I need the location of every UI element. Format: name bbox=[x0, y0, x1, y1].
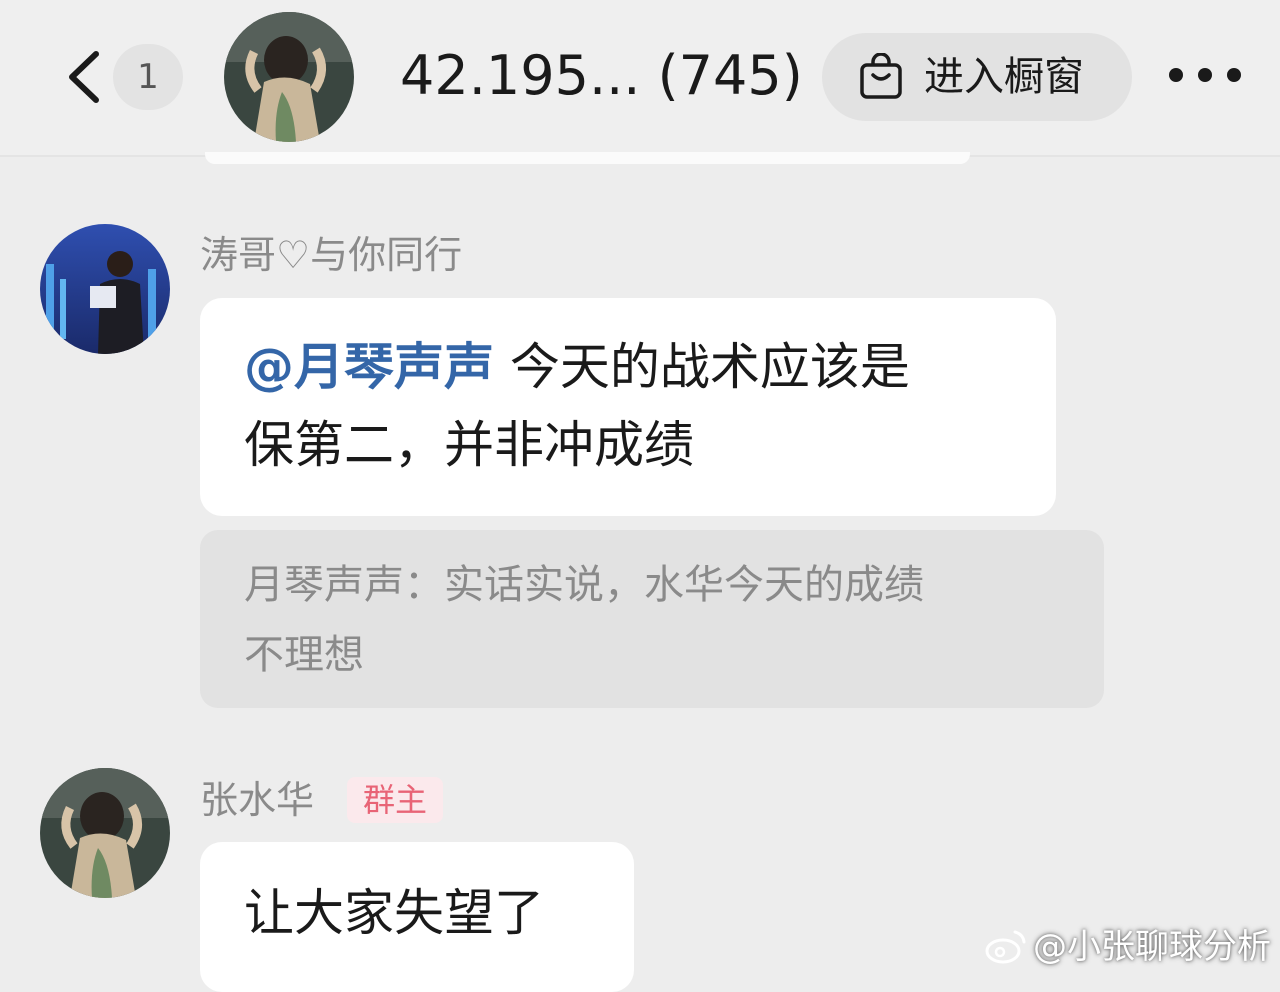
quoted-text-line2: 不理想 bbox=[244, 632, 364, 678]
weibo-logo-icon bbox=[985, 930, 1026, 964]
message-text: 让大家失望了 bbox=[244, 884, 544, 942]
more-options-button[interactable] bbox=[1160, 50, 1250, 100]
back-button[interactable] bbox=[60, 42, 110, 112]
mention-link[interactable]: @月琴声声 bbox=[244, 338, 494, 396]
sender-avatar[interactable] bbox=[40, 224, 170, 354]
enter-showcase-button[interactable]: 进入橱窗 bbox=[822, 33, 1132, 121]
shopping-bag-icon bbox=[860, 53, 902, 99]
more-dots-icon bbox=[1169, 68, 1241, 82]
message-text: @月琴声声 今天的战术应该是 保第二，并非冲成绩 bbox=[244, 328, 1034, 484]
quoted-text: 月琴声声：实话实说，水华今天的成绩 不理想 bbox=[244, 550, 924, 690]
message-bubble[interactable]: @月琴声声 今天的战术应该是 保第二，并非冲成绩 bbox=[200, 298, 1056, 516]
sender-name: 涛哥♡与你同行 bbox=[200, 233, 463, 277]
message-text-line2: 保第二，并非冲成绩 bbox=[244, 416, 694, 474]
chat-header: 1 42.195... (745) 进入橱窗 bbox=[0, 0, 1280, 157]
chevron-left-icon bbox=[69, 51, 99, 103]
sender-name: 张水华 bbox=[200, 778, 315, 822]
sender-avatar[interactable] bbox=[40, 768, 170, 898]
message-bubble[interactable]: 让大家失望了 bbox=[200, 842, 634, 992]
quoted-text-line1: 月琴声声：实话实说，水华今天的成绩 bbox=[244, 562, 924, 608]
group-avatar[interactable] bbox=[224, 12, 354, 142]
group-owner-badge: 群主 bbox=[347, 777, 443, 823]
unread-count-badge: 1 bbox=[113, 44, 183, 110]
quoted-reply[interactable]: 月琴声声：实话实说，水华今天的成绩 不理想 bbox=[200, 530, 1104, 708]
message-text-line1: 今天的战术应该是 bbox=[509, 338, 910, 396]
previous-bubble-edge bbox=[205, 152, 970, 164]
chat-title: 42.195... (745) bbox=[400, 44, 803, 107]
enter-showcase-label: 进入橱窗 bbox=[924, 54, 1084, 100]
watermark-text: @小张聊球分析 bbox=[1033, 927, 1271, 967]
